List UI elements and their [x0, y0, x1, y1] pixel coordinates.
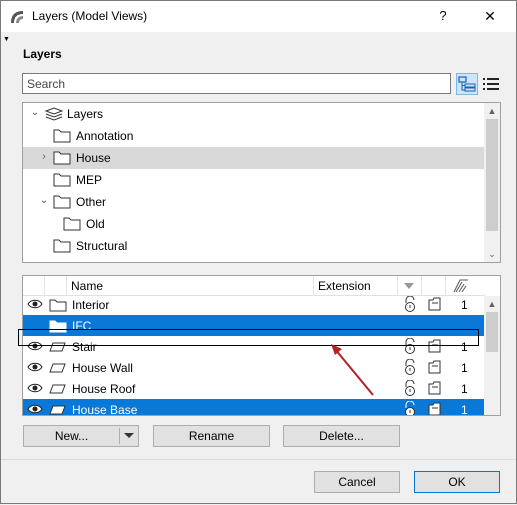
folder-open-icon[interactable]: [427, 401, 443, 415]
tree-item-layers[interactable]: ⌄ Layers: [23, 103, 485, 125]
rename-button[interactable]: Rename: [153, 425, 270, 447]
close-button[interactable]: ✕: [475, 5, 505, 27]
app-logo-icon: [9, 9, 25, 25]
folder-icon: [53, 238, 71, 256]
chevron-down-icon[interactable]: ⌄: [38, 195, 50, 207]
tree-scrollbar[interactable]: ▲ ⌄: [484, 103, 500, 262]
folder-icon: [53, 128, 71, 146]
folder-open-icon[interactable]: [427, 380, 443, 399]
table-row[interactable]: Interior 1: [23, 294, 485, 315]
intersection-group-value: 1: [461, 382, 468, 396]
scroll-down-icon[interactable]: ⌄: [484, 246, 500, 262]
help-button[interactable]: ?: [431, 5, 455, 27]
layers-stack-icon: [44, 106, 64, 125]
table-row[interactable]: House Base 1: [23, 399, 485, 416]
list-scrollbar[interactable]: ▲: [484, 296, 500, 415]
lock-column-header[interactable]: [398, 276, 422, 296]
folder-icon: [49, 298, 67, 315]
intersection-group-value: 1: [461, 403, 468, 416]
drop-target-outline: [18, 329, 479, 346]
layer-name: House Base: [72, 403, 138, 416]
eye-icon[interactable]: [27, 403, 43, 415]
dropdown-arrow-icon[interactable]: [124, 433, 134, 438]
layer-name: Interior: [72, 298, 110, 312]
tree-item-structural[interactable]: Structural: [23, 235, 485, 257]
tree-item-label: MEP: [76, 173, 103, 187]
ok-button[interactable]: OK: [414, 471, 500, 493]
scrollbar-thumb[interactable]: [486, 119, 498, 231]
lock-icon[interactable]: [402, 400, 418, 415]
layer-icon: [49, 382, 67, 399]
delete-button[interactable]: Delete...: [283, 425, 400, 447]
table-header: Name Extension: [23, 276, 485, 296]
extension-column-header[interactable]: Extension: [314, 276, 398, 296]
lock-icon[interactable]: [402, 379, 418, 399]
folder-icon: [63, 216, 81, 234]
chevron-right-icon[interactable]: ›: [38, 151, 50, 163]
intersection-group-value: 1: [461, 298, 468, 312]
list-view-button[interactable]: [480, 73, 502, 95]
section-title: Layers: [23, 47, 62, 61]
scroll-up-icon[interactable]: ▲: [484, 103, 500, 119]
scrollbar-thumb[interactable]: [486, 312, 498, 352]
footer-divider: [1, 459, 516, 460]
name-column-header[interactable]: Name: [67, 276, 314, 296]
layer-name: House Wall: [72, 361, 133, 375]
tree-item-other[interactable]: ⌄ Other: [23, 191, 485, 213]
hatch-pattern-icon: [453, 279, 468, 293]
layer-folder-tree[interactable]: ⌄ Layers Annotation › House MEP ⌄ Other …: [22, 102, 501, 263]
folder-icon: [53, 194, 71, 212]
folder-icon: [53, 150, 71, 168]
lock-icon[interactable]: [402, 295, 418, 315]
new-button[interactable]: New...: [23, 425, 139, 447]
type-column-header[interactable]: [45, 276, 67, 296]
panel-collapse-icon[interactable]: ▼: [3, 36, 10, 43]
layers-dialog: Layers (Model Views) ? ✕ ▼ Layers ⌄ Laye…: [0, 0, 517, 504]
eye-icon[interactable]: [27, 382, 43, 397]
tree-item-house[interactable]: › House: [23, 147, 485, 169]
sort-down-icon: [404, 283, 414, 289]
scroll-up-icon[interactable]: ▲: [484, 296, 500, 312]
visibility-column-header[interactable]: [23, 276, 45, 296]
tree-item-label: Structural: [76, 239, 128, 253]
folder-tree-icon: [458, 76, 476, 92]
folder-open-icon[interactable]: [427, 296, 443, 315]
tree-item-label: Annotation: [76, 129, 134, 143]
wireframe-column-header[interactable]: [422, 276, 446, 296]
title-bar: Layers (Model Views) ? ✕: [1, 1, 516, 32]
table-row[interactable]: House Roof 1: [23, 378, 485, 399]
layer-name: House Roof: [72, 382, 136, 396]
tree-item-annotation[interactable]: Annotation: [23, 125, 485, 147]
eye-icon[interactable]: [27, 298, 43, 313]
intersection-group-value: 1: [461, 361, 468, 375]
tree-item-label: House: [76, 151, 111, 165]
search-input[interactable]: [22, 73, 451, 94]
tree-item-label: Other: [76, 195, 107, 209]
tree-item-label: Layers: [67, 107, 104, 121]
chevron-down-icon[interactable]: ⌄: [29, 107, 41, 119]
folder-open-icon[interactable]: [427, 359, 443, 378]
tree-view-button[interactable]: [456, 73, 478, 95]
table-row[interactable]: House Wall 1: [23, 357, 485, 378]
folder-icon: [53, 172, 71, 190]
tree-item-old[interactable]: Old: [23, 213, 485, 235]
tree-item-mep[interactable]: MEP: [23, 169, 485, 191]
new-button-label: New...: [54, 429, 89, 443]
eye-icon[interactable]: [27, 361, 43, 376]
intersection-column-header[interactable]: [446, 276, 485, 296]
cancel-button[interactable]: Cancel: [314, 471, 400, 493]
tree-item-label: Old: [86, 217, 105, 231]
window-title: Layers (Model Views): [32, 9, 148, 23]
split-separator: [119, 428, 120, 444]
layer-icon: [49, 403, 67, 415]
lock-icon[interactable]: [402, 358, 418, 378]
layer-icon: [49, 361, 67, 378]
list-view-icon: [483, 78, 499, 90]
